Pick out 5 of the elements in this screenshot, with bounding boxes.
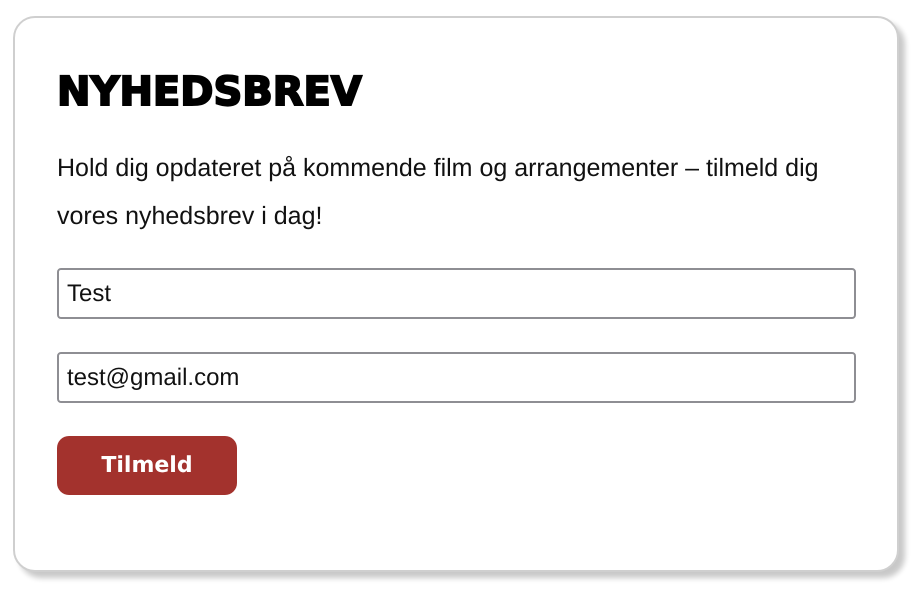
intro-text: Hold dig opdateret på kommende film og arrangementer – tilmeld dig vores nyhedsbrev i dag! (57, 153, 820, 232)
newsletter-heading: NYHEDSBREV (57, 68, 363, 116)
input-field[interactable]: test@gmail.com (57, 352, 856, 403)
signup-button[interactable]: Tilmeld (57, 436, 237, 495)
input-field[interactable]: Test (57, 268, 856, 319)
